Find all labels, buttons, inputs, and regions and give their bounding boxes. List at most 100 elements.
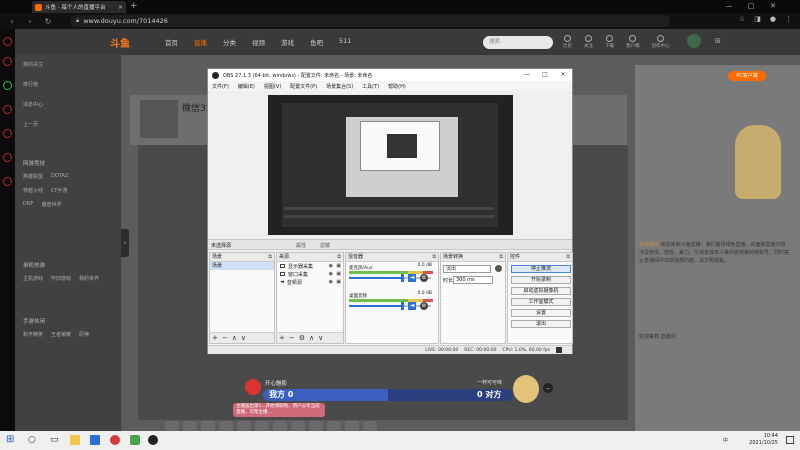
- virtual-camera-button[interactable]: 启动虚拟摄像机: [511, 287, 571, 295]
- app-icon[interactable]: [130, 435, 140, 445]
- forward-icon[interactable]: ›: [26, 17, 34, 26]
- new-tab-icon[interactable]: +: [130, 1, 138, 12]
- file-explorer-icon[interactable]: [70, 435, 80, 445]
- dock-float-icon[interactable]: ⧉: [432, 253, 436, 262]
- whatsapp-icon[interactable]: [3, 81, 12, 90]
- gift-item[interactable]: [273, 421, 287, 431]
- site-search-input[interactable]: 搜索: [483, 36, 553, 49]
- user-avatar[interactable]: [687, 34, 701, 48]
- settings-button[interactable]: 设置: [511, 309, 571, 317]
- rail-app-icon-1[interactable]: [3, 37, 12, 46]
- transition-select[interactable]: 淡出: [443, 265, 491, 273]
- obs-maximize-icon[interactable]: □: [536, 69, 554, 81]
- gear-icon[interactable]: ⚙: [420, 274, 428, 282]
- scene-list-item[interactable]: 场景: [210, 262, 274, 270]
- gift-item[interactable]: [219, 421, 233, 431]
- profile-icon[interactable]: ●: [770, 15, 776, 23]
- gear-icon[interactable]: ⚙: [420, 302, 428, 310]
- streamer-avatar[interactable]: [140, 100, 178, 138]
- sidebar-category-row[interactable]: 主机游戏 怀旧游戏 我的世界: [23, 275, 99, 282]
- eye-icon[interactable]: ◉: [329, 263, 333, 269]
- pc-client-tag[interactable]: PC客户端: [728, 71, 766, 81]
- start-recording-button[interactable]: 开始录制: [511, 276, 571, 284]
- remove-icon[interactable]: −: [222, 334, 228, 342]
- sidebar-category-row[interactable]: 英雄联盟 DOTA2: [23, 173, 68, 180]
- nav-home[interactable]: 首页: [165, 37, 178, 47]
- task-view-icon[interactable]: ▭: [50, 435, 60, 445]
- download-button[interactable]: 下载: [605, 35, 614, 49]
- menu-tools[interactable]: 工具(T): [362, 83, 379, 90]
- properties-button[interactable]: 属性: [296, 242, 306, 249]
- gift-item[interactable]: [165, 421, 179, 431]
- duration-input[interactable]: 300 ms: [453, 276, 493, 284]
- source-item[interactable]: 显示器采集 ◉ ▣: [277, 262, 343, 270]
- history-button[interactable]: 历史: [563, 35, 572, 49]
- eye-icon[interactable]: ◉: [329, 271, 333, 277]
- close-tab-icon[interactable]: ✕: [118, 4, 123, 11]
- edge-icon[interactable]: [90, 435, 100, 445]
- reload-icon[interactable]: ↻: [44, 17, 52, 26]
- maximize-icon[interactable]: □: [742, 0, 760, 13]
- ime-indicator[interactable]: 中: [723, 437, 728, 444]
- gift-item[interactable]: [201, 421, 215, 431]
- rail-app-icon-2[interactable]: [3, 57, 12, 66]
- rail-app-icon-3[interactable]: [3, 105, 12, 114]
- client-button[interactable]: 客户端: [626, 35, 640, 49]
- sidebar-category-row[interactable]: 和平精英 王者荣耀 原神: [23, 331, 89, 338]
- sidebar-category-row[interactable]: 穿越火线 CF手游: [23, 187, 67, 194]
- down-icon[interactable]: ∨: [241, 334, 246, 342]
- nav-forum[interactable]: 鱼吧: [310, 37, 323, 47]
- search-icon[interactable]: ○: [28, 435, 38, 445]
- nav-category[interactable]: 分类: [223, 37, 236, 47]
- nav-live[interactable]: 直播: [194, 37, 207, 47]
- menu-scene-collection[interactable]: 场景集合(S): [326, 83, 353, 90]
- gift-item[interactable]: [345, 421, 359, 431]
- sidebar-item-prev[interactable]: 上一页: [23, 121, 38, 128]
- gift-notice[interactable]: 主播送出第1...开始领取啦，用户分享当前直播，可帮主播...: [233, 403, 325, 417]
- volume-slider-handle[interactable]: [401, 274, 404, 282]
- lock-icon[interactable]: ▣: [336, 271, 341, 277]
- dock-float-icon[interactable]: ⧉: [499, 253, 503, 262]
- grid-menu-icon[interactable]: ⊞: [715, 37, 721, 45]
- obs-close-icon[interactable]: ✕: [554, 69, 572, 81]
- creator-button[interactable]: 创作中心: [652, 35, 670, 49]
- dock-float-icon[interactable]: ⧉: [268, 253, 272, 262]
- sidebar-item-rank[interactable]: 排行榜: [23, 81, 38, 88]
- rail-app-icon-6[interactable]: [3, 177, 12, 186]
- lock-icon[interactable]: ▣: [336, 279, 341, 285]
- up-icon[interactable]: ∧: [232, 334, 237, 342]
- gift-item[interactable]: [309, 421, 323, 431]
- sidebar-category-row[interactable]: DNF 魔兽世界: [23, 201, 61, 208]
- studio-mode-button[interactable]: 工作室模式: [511, 298, 571, 306]
- dock-float-icon[interactable]: ⧉: [337, 253, 341, 262]
- system-clock[interactable]: 10:44 2021/10/25: [749, 433, 778, 447]
- minimize-icon[interactable]: —: [720, 0, 738, 13]
- volume-slider-handle[interactable]: [401, 302, 404, 310]
- nav-video[interactable]: 视频: [252, 37, 265, 47]
- left-streamer-avatar[interactable]: [245, 379, 261, 395]
- obs-minimize-icon[interactable]: —: [518, 69, 536, 81]
- obs-taskbar-icon[interactable]: [148, 435, 158, 445]
- sidebar-collapse-button[interactable]: ‹: [121, 229, 129, 257]
- nav-511[interactable]: 511: [339, 37, 351, 47]
- add-icon[interactable]: +: [279, 334, 285, 342]
- sidebar-item-follow[interactable]: 我的关注: [23, 61, 43, 68]
- gift-item[interactable]: [255, 421, 269, 431]
- eye-icon[interactable]: ◉: [329, 279, 333, 285]
- menu-edit[interactable]: 编辑(E): [238, 83, 255, 90]
- filters-button[interactable]: 滤镜: [320, 242, 330, 249]
- source-item[interactable]: 窗口采集 ◉ ▣: [277, 270, 343, 278]
- rail-app-icon-5[interactable]: [3, 153, 12, 162]
- extension-icon[interactable]: ◨: [754, 15, 761, 23]
- down-icon[interactable]: ∨: [318, 334, 323, 342]
- sidebar-item-messages[interactable]: 消息中心: [23, 101, 43, 108]
- obs-preview-canvas[interactable]: [268, 95, 513, 235]
- star-icon[interactable]: ☆: [739, 15, 745, 23]
- volume-slider[interactable]: [349, 305, 401, 307]
- menu-view[interactable]: 视图(V): [264, 83, 281, 90]
- menu-profile[interactable]: 配置文件(P): [290, 83, 317, 90]
- gear-icon[interactable]: ⚙: [299, 334, 305, 342]
- menu-file[interactable]: 文件(F): [212, 83, 229, 90]
- volume-slider[interactable]: [349, 277, 401, 279]
- back-icon[interactable]: ‹: [8, 17, 16, 26]
